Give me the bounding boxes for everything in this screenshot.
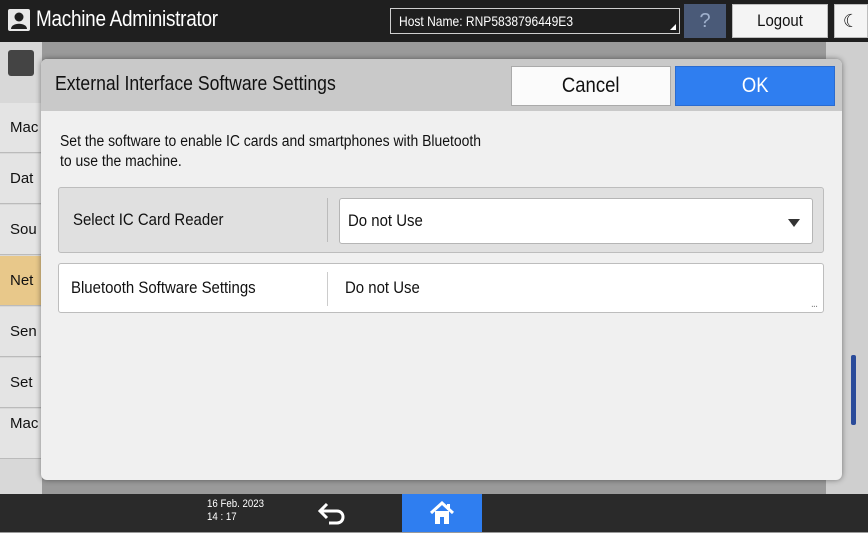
- divider: [327, 198, 328, 242]
- logout-button[interactable]: Logout: [732, 4, 828, 38]
- app-title: Machine Administrator: [36, 6, 218, 31]
- bluetooth-settings-value: Do not Use: [345, 278, 420, 297]
- dialog-description: Set the software to enable IC cards and …: [60, 132, 580, 172]
- help-button[interactable]: ?: [684, 4, 726, 38]
- host-name-text: Host Name: RNP5838796449E3: [399, 13, 574, 29]
- ic-card-reader-label: Select IC Card Reader: [73, 210, 224, 229]
- sidebar-item-5[interactable]: Sen: [0, 307, 42, 357]
- ic-card-reader-value: Do not Use: [348, 211, 423, 230]
- ok-button[interactable]: OK: [675, 66, 835, 106]
- gear-icon: [8, 50, 34, 76]
- date-time: 16 Feb. 2023 14 : 17: [207, 498, 264, 524]
- bluetooth-settings-row[interactable]: Bluetooth Software Settings Do not Use .…: [58, 263, 824, 313]
- cancel-button[interactable]: Cancel: [511, 66, 671, 106]
- description-line-2: to use the machine.: [60, 153, 182, 170]
- ok-label: OK: [741, 74, 769, 97]
- scrollbar-thumb[interactable]: [851, 355, 856, 425]
- sidebar-item-6[interactable]: Set: [0, 358, 42, 408]
- top-bar: Machine Administrator Host Name: RNP5838…: [0, 0, 868, 42]
- expand-corner-icon: [670, 24, 676, 30]
- more-icon: ...: [810, 298, 818, 310]
- bluetooth-settings-label: Bluetooth Software Settings: [71, 278, 256, 297]
- dialog-title: External Interface Software Settings: [55, 73, 336, 95]
- time-text: 14 : 17: [207, 511, 237, 523]
- dropdown-arrow-icon: [788, 219, 800, 227]
- sidebar-item-network[interactable]: Net: [0, 256, 42, 306]
- sidebar-item-1[interactable]: Mac: [0, 103, 42, 153]
- settings-dialog: External Interface Software Settings Can…: [41, 59, 842, 480]
- cancel-label: Cancel: [562, 74, 620, 97]
- home-icon: [429, 500, 455, 524]
- user-icon: [8, 9, 30, 31]
- sidebar-item-2[interactable]: Dat: [0, 154, 42, 204]
- host-name-field[interactable]: Host Name: RNP5838796449E3: [390, 8, 680, 34]
- description-line-1: Set the software to enable IC cards and …: [60, 133, 482, 150]
- divider: [327, 272, 328, 306]
- ic-card-reader-select[interactable]: Do not Use: [339, 198, 813, 244]
- date-text: 16 Feb. 2023: [207, 498, 265, 510]
- moon-icon[interactable]: ☾: [834, 4, 868, 38]
- dialog-header: External Interface Software Settings Can…: [41, 59, 842, 111]
- sidebar-item-7[interactable]: Mac Info: [0, 409, 42, 459]
- home-button[interactable]: [402, 494, 482, 532]
- logout-label: Logout: [757, 11, 803, 30]
- sidebar-item-3[interactable]: Sou: [0, 205, 42, 255]
- back-arrow-icon[interactable]: [315, 500, 355, 528]
- ic-card-reader-row: Select IC Card Reader Do not Use: [58, 187, 824, 253]
